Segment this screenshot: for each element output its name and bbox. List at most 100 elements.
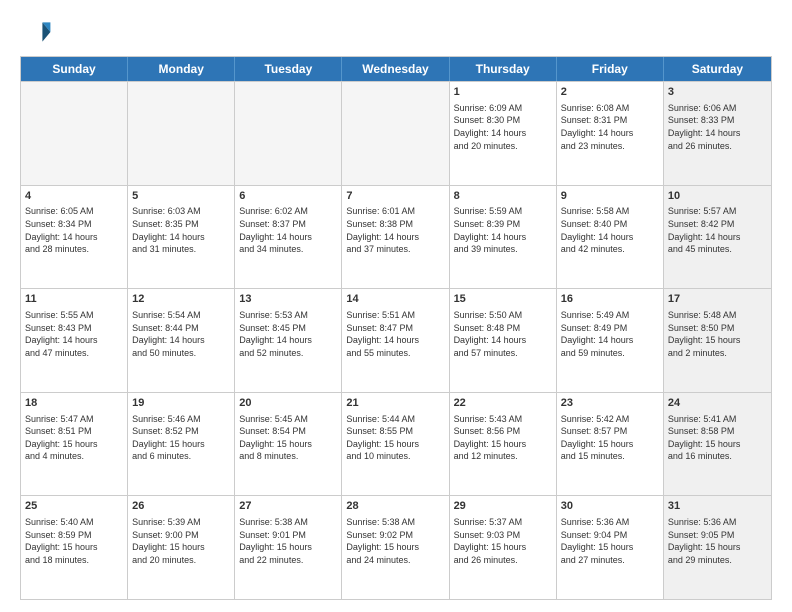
calendar-cell-14: 14Sunrise: 5:51 AM Sunset: 8:47 PM Dayli…	[342, 289, 449, 392]
day-info: Sunrise: 6:01 AM Sunset: 8:38 PM Dayligh…	[346, 205, 444, 255]
day-info: Sunrise: 6:05 AM Sunset: 8:34 PM Dayligh…	[25, 205, 123, 255]
calendar-header: SundayMondayTuesdayWednesdayThursdayFrid…	[21, 57, 771, 81]
day-info: Sunrise: 5:48 AM Sunset: 8:50 PM Dayligh…	[668, 309, 767, 359]
calendar-cell-9: 9Sunrise: 5:58 AM Sunset: 8:40 PM Daylig…	[557, 186, 664, 289]
day-number: 26	[132, 499, 230, 514]
calendar-cell-22: 22 Sunrise: 5:43 AM Sunset: 8:56 PM Dayli…	[450, 393, 557, 496]
day-info: Sunrise: 5:43 AM Sunset: 8:56 PM Dayligh…	[454, 413, 552, 463]
day-info: Sunrise: 5:39 AM Sunset: 9:00 PM Dayligh…	[132, 516, 230, 566]
day-number: 1	[454, 85, 552, 100]
calendar-cell-31: 31Sunrise: 5:36 AM Sunset: 9:05 PM Dayli…	[664, 496, 771, 599]
day-number: 29	[454, 499, 552, 514]
calendar-cell-24: 24 Sunrise: 5:41 AM Sunset: 8:58 PM Dayli…	[664, 393, 771, 496]
day-info: Sunrise: 6:08 AM Sunset: 8:31 PM Dayligh…	[561, 102, 659, 152]
header-day-thursday: Thursday	[450, 57, 557, 81]
header-day-sunday: Sunday	[21, 57, 128, 81]
day-info: Sunrise: 6:09 AM Sunset: 8:30 PM Dayligh…	[454, 102, 552, 152]
day-info: Sunrise: 5:47 AM Sunset: 8:51 PM Dayligh…	[25, 413, 123, 463]
calendar-cell-29: 29 Sunrise: 5:37 AM Sunset: 9:03 PM Dayli…	[450, 496, 557, 599]
calendar-cell-1: 1 Sunrise: 6:09 AM Sunset: 8:30 PM Daylig…	[450, 82, 557, 185]
calendar: SundayMondayTuesdayWednesdayThursdayFrid…	[20, 56, 772, 600]
calendar-cell-16: 16 Sunrise: 5:49 AM Sunset: 8:49 PM Dayli…	[557, 289, 664, 392]
day-number: 18	[25, 396, 123, 411]
calendar-row-1: 4Sunrise: 6:05 AM Sunset: 8:34 PM Daylig…	[21, 185, 771, 289]
day-number: 3	[668, 85, 767, 100]
calendar-cell-23: 23 Sunrise: 5:42 AM Sunset: 8:57 PM Dayli…	[557, 393, 664, 496]
calendar-cell-5: 5Sunrise: 6:03 AM Sunset: 8:35 PM Daylig…	[128, 186, 235, 289]
day-info: Sunrise: 5:41 AM Sunset: 8:58 PM Dayligh…	[668, 413, 767, 463]
calendar-row-2: 11Sunrise: 5:55 AM Sunset: 8:43 PM Dayli…	[21, 288, 771, 392]
day-info: Sunrise: 5:58 AM Sunset: 8:40 PM Dayligh…	[561, 205, 659, 255]
calendar-cell-17: 17 Sunrise: 5:48 AM Sunset: 8:50 PM Dayli…	[664, 289, 771, 392]
day-info: Sunrise: 6:06 AM Sunset: 8:33 PM Dayligh…	[668, 102, 767, 152]
calendar-cell-19: 19Sunrise: 5:46 AM Sunset: 8:52 PM Dayli…	[128, 393, 235, 496]
calendar-cell-3: 3 Sunrise: 6:06 AM Sunset: 8:33 PM Daylig…	[664, 82, 771, 185]
calendar-cell-7: 7Sunrise: 6:01 AM Sunset: 8:38 PM Daylig…	[342, 186, 449, 289]
day-number: 4	[25, 189, 123, 204]
day-number: 11	[25, 292, 123, 307]
logo	[20, 16, 58, 48]
day-number: 21	[346, 396, 444, 411]
day-info: Sunrise: 5:49 AM Sunset: 8:49 PM Dayligh…	[561, 309, 659, 359]
calendar-cell-20: 20 Sunrise: 5:45 AM Sunset: 8:54 PM Dayli…	[235, 393, 342, 496]
calendar-cell-empty	[235, 82, 342, 185]
calendar-cell-13: 13 Sunrise: 5:53 AM Sunset: 8:45 PM Dayli…	[235, 289, 342, 392]
day-info: Sunrise: 5:40 AM Sunset: 8:59 PM Dayligh…	[25, 516, 123, 566]
day-number: 23	[561, 396, 659, 411]
day-info: Sunrise: 6:02 AM Sunset: 8:37 PM Dayligh…	[239, 205, 337, 255]
day-number: 19	[132, 396, 230, 411]
day-info: Sunrise: 5:54 AM Sunset: 8:44 PM Dayligh…	[132, 309, 230, 359]
day-info: Sunrise: 5:45 AM Sunset: 8:54 PM Dayligh…	[239, 413, 337, 463]
day-info: Sunrise: 6:03 AM Sunset: 8:35 PM Dayligh…	[132, 205, 230, 255]
calendar-cell-25: 25Sunrise: 5:40 AM Sunset: 8:59 PM Dayli…	[21, 496, 128, 599]
calendar-page: SundayMondayTuesdayWednesdayThursdayFrid…	[0, 0, 792, 612]
header-day-saturday: Saturday	[664, 57, 771, 81]
day-info: Sunrise: 5:57 AM Sunset: 8:42 PM Dayligh…	[668, 205, 767, 255]
day-number: 22	[454, 396, 552, 411]
calendar-cell-empty	[128, 82, 235, 185]
day-number: 10	[668, 189, 767, 204]
calendar-cell-empty	[342, 82, 449, 185]
calendar-cell-12: 12Sunrise: 5:54 AM Sunset: 8:44 PM Dayli…	[128, 289, 235, 392]
day-number: 20	[239, 396, 337, 411]
day-info: Sunrise: 5:53 AM Sunset: 8:45 PM Dayligh…	[239, 309, 337, 359]
calendar-cell-empty	[21, 82, 128, 185]
header-day-friday: Friday	[557, 57, 664, 81]
day-info: Sunrise: 5:36 AM Sunset: 9:04 PM Dayligh…	[561, 516, 659, 566]
calendar-row-3: 18 Sunrise: 5:47 AM Sunset: 8:51 PM Dayli…	[21, 392, 771, 496]
day-number: 27	[239, 499, 337, 514]
day-number: 2	[561, 85, 659, 100]
calendar-body: 1 Sunrise: 6:09 AM Sunset: 8:30 PM Daylig…	[21, 81, 771, 599]
day-number: 16	[561, 292, 659, 307]
calendar-cell-30: 30 Sunrise: 5:36 AM Sunset: 9:04 PM Dayli…	[557, 496, 664, 599]
calendar-cell-4: 4Sunrise: 6:05 AM Sunset: 8:34 PM Daylig…	[21, 186, 128, 289]
calendar-cell-6: 6Sunrise: 6:02 AM Sunset: 8:37 PM Daylig…	[235, 186, 342, 289]
calendar-cell-18: 18 Sunrise: 5:47 AM Sunset: 8:51 PM Dayli…	[21, 393, 128, 496]
day-number: 14	[346, 292, 444, 307]
header-day-tuesday: Tuesday	[235, 57, 342, 81]
calendar-cell-21: 21 Sunrise: 5:44 AM Sunset: 8:55 PM Dayli…	[342, 393, 449, 496]
day-number: 7	[346, 189, 444, 204]
day-info: Sunrise: 5:42 AM Sunset: 8:57 PM Dayligh…	[561, 413, 659, 463]
day-number: 31	[668, 499, 767, 514]
calendar-cell-27: 27 Sunrise: 5:38 AM Sunset: 9:01 PM Dayli…	[235, 496, 342, 599]
calendar-cell-8: 8Sunrise: 5:59 AM Sunset: 8:39 PM Daylig…	[450, 186, 557, 289]
day-number: 17	[668, 292, 767, 307]
day-number: 24	[668, 396, 767, 411]
day-number: 30	[561, 499, 659, 514]
header-day-wednesday: Wednesday	[342, 57, 449, 81]
day-info: Sunrise: 5:38 AM Sunset: 9:01 PM Dayligh…	[239, 516, 337, 566]
calendar-cell-11: 11Sunrise: 5:55 AM Sunset: 8:43 PM Dayli…	[21, 289, 128, 392]
calendar-row-0: 1 Sunrise: 6:09 AM Sunset: 8:30 PM Daylig…	[21, 81, 771, 185]
logo-icon	[20, 16, 52, 48]
day-info: Sunrise: 5:37 AM Sunset: 9:03 PM Dayligh…	[454, 516, 552, 566]
day-info: Sunrise: 5:38 AM Sunset: 9:02 PM Dayligh…	[346, 516, 444, 566]
day-number: 8	[454, 189, 552, 204]
calendar-cell-28: 28Sunrise: 5:38 AM Sunset: 9:02 PM Dayli…	[342, 496, 449, 599]
day-number: 15	[454, 292, 552, 307]
day-info: Sunrise: 5:44 AM Sunset: 8:55 PM Dayligh…	[346, 413, 444, 463]
calendar-cell-2: 2 Sunrise: 6:08 AM Sunset: 8:31 PM Daylig…	[557, 82, 664, 185]
calendar-cell-26: 26 Sunrise: 5:39 AM Sunset: 9:00 PM Dayli…	[128, 496, 235, 599]
day-number: 13	[239, 292, 337, 307]
day-info: Sunrise: 5:50 AM Sunset: 8:48 PM Dayligh…	[454, 309, 552, 359]
